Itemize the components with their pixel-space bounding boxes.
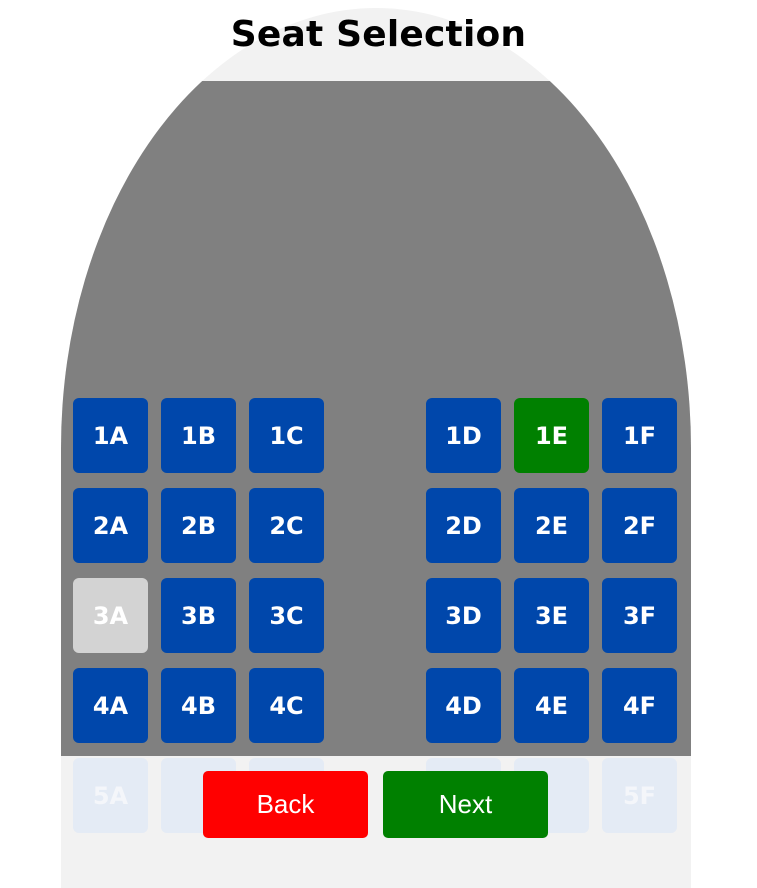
seat-3a: 3A bbox=[73, 578, 148, 653]
seat-2e[interactable]: 2E bbox=[514, 488, 589, 563]
seat-4b[interactable]: 4B bbox=[161, 668, 236, 743]
seat-4e[interactable]: 4E bbox=[514, 668, 589, 743]
back-button[interactable]: Back bbox=[203, 771, 368, 838]
seat-4f[interactable]: 4F bbox=[602, 668, 677, 743]
seat-1b[interactable]: 1B bbox=[161, 398, 236, 473]
seat-4d[interactable]: 4D bbox=[426, 668, 501, 743]
seat-2f[interactable]: 2F bbox=[602, 488, 677, 563]
seat-2b[interactable]: 2B bbox=[161, 488, 236, 563]
fuselage bbox=[61, 8, 691, 888]
seat-2c[interactable]: 2C bbox=[249, 488, 324, 563]
seat-1c[interactable]: 1C bbox=[249, 398, 324, 473]
seat-2a[interactable]: 2A bbox=[73, 488, 148, 563]
seat-4c[interactable]: 4C bbox=[249, 668, 324, 743]
seat-1a[interactable]: 1A bbox=[73, 398, 148, 473]
seat-3e[interactable]: 3E bbox=[514, 578, 589, 653]
cabin-area bbox=[61, 81, 691, 756]
page-title: Seat Selection bbox=[230, 14, 527, 55]
seat-1e[interactable]: 1E bbox=[514, 398, 589, 473]
seat-3f[interactable]: 3F bbox=[602, 578, 677, 653]
seat-1d[interactable]: 1D bbox=[426, 398, 501, 473]
seat-1f[interactable]: 1F bbox=[602, 398, 677, 473]
seat-3b[interactable]: 3B bbox=[161, 578, 236, 653]
next-button[interactable]: Next bbox=[383, 771, 548, 838]
seat-2d[interactable]: 2D bbox=[426, 488, 501, 563]
seat-4a[interactable]: 4A bbox=[73, 668, 148, 743]
seat-5a[interactable]: 5A bbox=[73, 758, 148, 833]
seat-3c[interactable]: 3C bbox=[249, 578, 324, 653]
seat-3d[interactable]: 3D bbox=[426, 578, 501, 653]
seat-5f[interactable]: 5F bbox=[602, 758, 677, 833]
